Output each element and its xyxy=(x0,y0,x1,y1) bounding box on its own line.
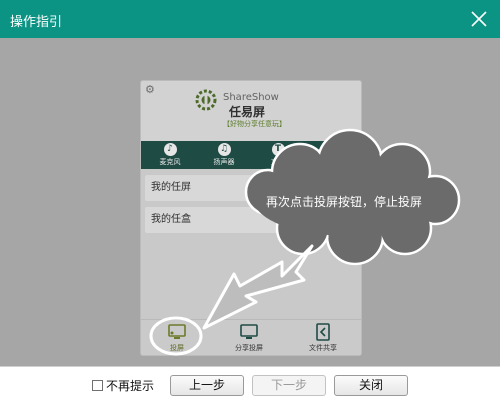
next-step-button[interactable]: 下一步 xyxy=(252,375,326,396)
cast-screen-icon xyxy=(168,324,186,339)
app-preview-bottom-bar: 投屏 分享投屏 文件共享 xyxy=(141,319,361,355)
app-name: 任易屏 xyxy=(229,105,266,119)
share-cast-label: 分享投屏 xyxy=(235,344,263,352)
close-button[interactable]: 关闭 xyxy=(334,375,408,396)
gear-icon: ⚙ xyxy=(145,83,155,96)
play-icon: ▶ xyxy=(325,143,339,156)
close-icon[interactable] xyxy=(466,6,492,32)
list-item: 我的任盒 xyxy=(145,207,359,233)
toolbar-item-play: ▶ xyxy=(307,143,357,156)
file-share-label: 文件共享 xyxy=(309,344,337,352)
title-bar: 操作指引 xyxy=(0,0,500,38)
toolbar-item-text: T 文字 xyxy=(253,143,303,167)
file-share-icon xyxy=(316,323,330,341)
dont-show-again-checkbox[interactable] xyxy=(92,380,103,391)
app-preview: ⚙ ShareShow 任易屏 【好物分享任意玩】 ♪ 麦克风 ♫ 扬声器 T … xyxy=(140,80,362,356)
brand-text: ShareShow xyxy=(223,92,279,103)
window-title: 操作指引 xyxy=(10,15,63,30)
dont-show-again-label: 不再提示 xyxy=(106,379,155,393)
microphone-icon: ♪ xyxy=(163,143,177,156)
app-slogan: 【好物分享任意玩】 xyxy=(223,120,286,128)
prev-step-button[interactable]: 上一步 xyxy=(170,375,244,396)
logo-icon xyxy=(195,89,217,111)
toolbar-item-microphone: ♪ 麦克风 xyxy=(145,143,195,167)
share-cast-icon xyxy=(240,324,258,339)
speaker-icon: ♫ xyxy=(217,143,231,156)
cast-screen-label: 投屏 xyxy=(170,344,184,352)
callout-text: 再次点击投屏按钮，停止投屏 xyxy=(265,195,422,209)
toolbar-label: 扬声器 xyxy=(213,158,235,166)
footer-bar: 不再提示 上一步 下一步 关闭 xyxy=(0,366,500,400)
dont-show-again[interactable]: 不再提示 xyxy=(92,377,154,394)
toolbar-label: 文字 xyxy=(271,158,285,166)
cast-screen-button: 投屏 xyxy=(147,323,207,353)
app-preview-toolbar: ♪ 麦克风 ♫ 扬声器 T 文字 ▶ xyxy=(141,141,361,169)
file-share-button: 文件共享 xyxy=(293,323,353,353)
text-icon: T xyxy=(271,143,285,156)
toolbar-label: 麦克风 xyxy=(159,158,181,166)
share-cast-button: 分享投屏 xyxy=(219,323,279,353)
toolbar-item-speaker: ♫ 扬声器 xyxy=(199,143,249,167)
app-preview-header: ⚙ ShareShow 任易屏 【好物分享任意玩】 xyxy=(141,81,361,141)
